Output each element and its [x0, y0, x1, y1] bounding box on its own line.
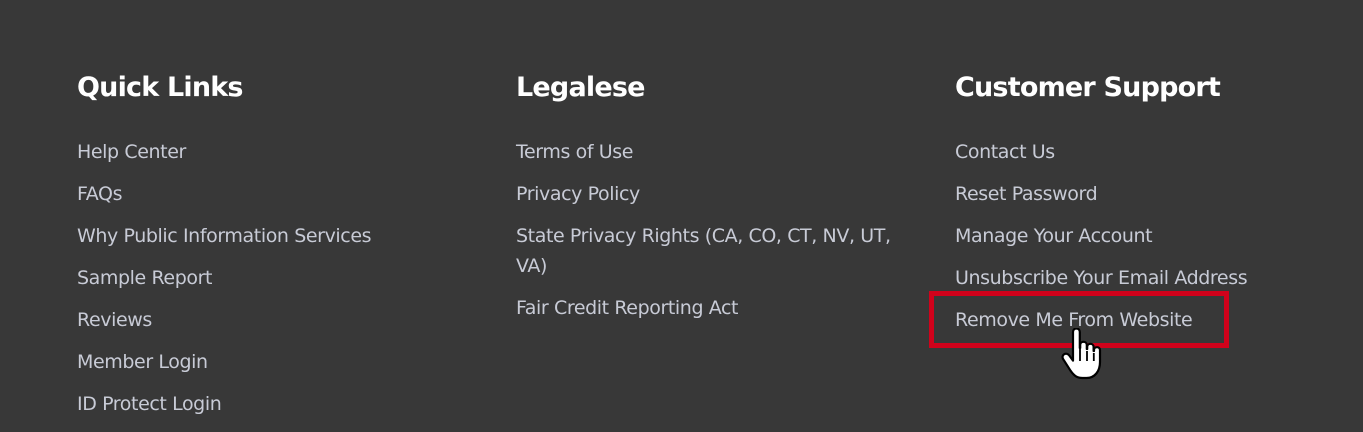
legalese-heading: Legalese: [516, 72, 645, 103]
reset-password-link[interactable]: Reset Password: [955, 183, 1098, 205]
customer-support-column: Customer Support Contact Us Reset Passwo…: [955, 70, 1335, 347]
privacy-policy-link[interactable]: Privacy Policy: [516, 183, 640, 205]
customer-support-heading: Customer Support: [955, 72, 1221, 103]
customer-support-list: Contact Us Reset Password Manage Your Ac…: [955, 137, 1335, 335]
faqs-link[interactable]: FAQs: [77, 183, 123, 205]
site-footer: Quick Links Help Center FAQs Why Public …: [0, 0, 1363, 432]
sample-report-link[interactable]: Sample Report: [77, 267, 212, 289]
state-privacy-rights-link[interactable]: State Privacy Rights (CA, CO, CT, NV, UT…: [516, 225, 891, 277]
legalese-column: Legalese Terms of Use Privacy Policy Sta…: [516, 70, 916, 335]
reviews-link[interactable]: Reviews: [77, 309, 152, 331]
unsubscribe-email-link[interactable]: Unsubscribe Your Email Address: [955, 267, 1248, 289]
why-public-information-services-link[interactable]: Why Public Information Services: [77, 225, 372, 247]
member-login-link[interactable]: Member Login: [77, 351, 208, 373]
id-protect-login-link[interactable]: ID Protect Login: [77, 393, 222, 415]
legalese-list: Terms of Use Privacy Policy State Privac…: [516, 137, 916, 323]
terms-of-use-link[interactable]: Terms of Use: [516, 141, 633, 163]
remove-me-from-website-link[interactable]: Remove Me From Website: [955, 309, 1193, 331]
manage-your-account-link[interactable]: Manage Your Account: [955, 225, 1153, 247]
contact-us-link[interactable]: Contact Us: [955, 141, 1055, 163]
quick-links-column: Quick Links Help Center FAQs Why Public …: [77, 70, 477, 431]
quick-links-heading: Quick Links: [77, 72, 244, 103]
quick-links-list: Help Center FAQs Why Public Information …: [77, 137, 477, 419]
fair-credit-reporting-act-link[interactable]: Fair Credit Reporting Act: [516, 297, 739, 319]
help-center-link[interactable]: Help Center: [77, 141, 186, 163]
